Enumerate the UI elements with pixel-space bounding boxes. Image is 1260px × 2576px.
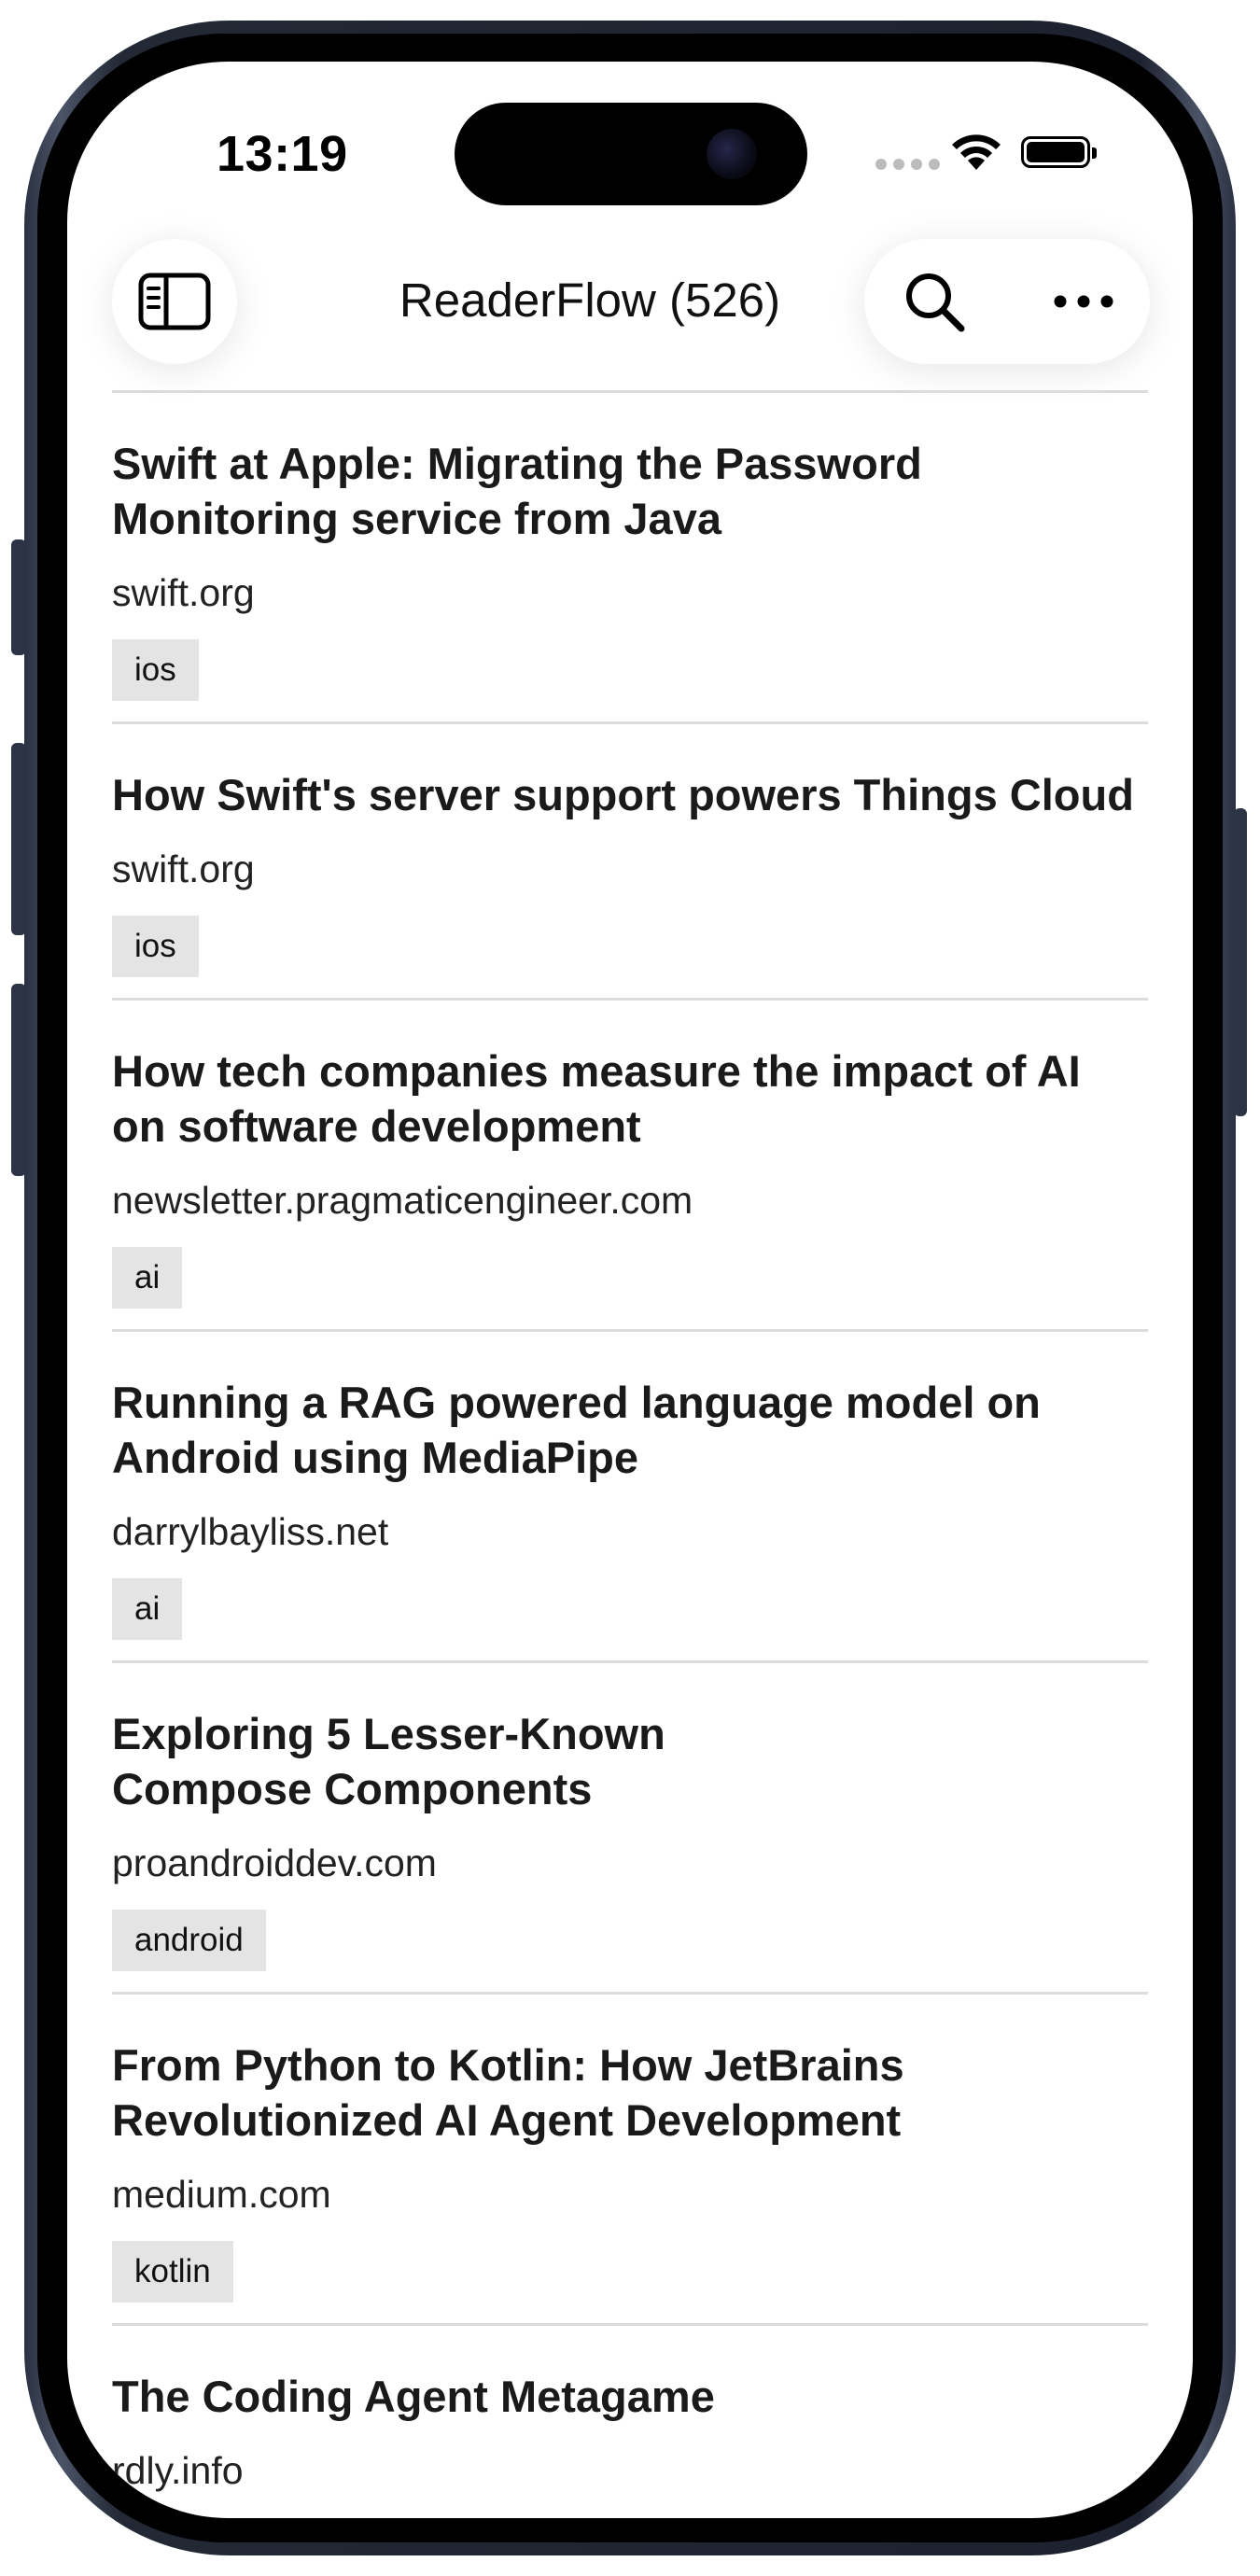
volume-down-button bbox=[11, 984, 26, 1176]
article-domain: newsletter.pragmaticengineer.com bbox=[112, 1179, 693, 1222]
article-title: How Swift's server support powers Things… bbox=[112, 770, 1134, 819]
search-icon bbox=[906, 273, 965, 332]
article-item[interactable]: Running a RAG powered language model on … bbox=[112, 1332, 1148, 1660]
article-item[interactable]: Exploring 5 Lesser-Known Compose Compone… bbox=[112, 1663, 1148, 1992]
article-item[interactable]: How Swift's server support powers Things… bbox=[112, 724, 1148, 998]
sidebar-toggle-button[interactable] bbox=[112, 239, 237, 364]
article-domain: swift.org bbox=[112, 847, 255, 890]
article-list: Swift at Apple: Migrating the Password M… bbox=[112, 390, 1148, 2517]
article-domain: swift.org bbox=[112, 571, 255, 614]
page-title: ReaderFlow (526) bbox=[399, 273, 781, 327]
article-item[interactable]: From Python to Kotlin: How JetBrains Rev… bbox=[112, 1995, 1148, 2323]
action-button bbox=[11, 539, 26, 655]
article-tag[interactable]: ios bbox=[112, 639, 199, 701]
search-button[interactable] bbox=[892, 259, 976, 343]
more-options-button[interactable] bbox=[1042, 259, 1126, 343]
battery-icon bbox=[1021, 136, 1097, 168]
cellular-signal-icon bbox=[875, 159, 940, 170]
screen: 13:19 ReaderFlow (526) Swift at Apple: M… bbox=[67, 62, 1193, 2518]
article-title: How tech companies measure the impact of… bbox=[112, 1046, 1081, 1151]
sidebar-icon bbox=[138, 273, 211, 330]
article-title: Exploring 5 Lesser-Known Compose Compone… bbox=[112, 1709, 665, 1813]
article-domain: medium.com bbox=[112, 2173, 331, 2216]
article-domain: rdly.info bbox=[112, 2449, 244, 2492]
article-item[interactable]: The Coding Agent Metagame rdly.info bbox=[112, 2326, 1148, 2517]
ellipsis-icon bbox=[1054, 295, 1113, 308]
camera-icon bbox=[707, 129, 757, 179]
article-tag[interactable]: kotlin bbox=[112, 2241, 233, 2303]
wifi-icon bbox=[948, 129, 1004, 176]
dynamic-island bbox=[455, 103, 807, 205]
nav-actions-group bbox=[864, 239, 1150, 364]
article-tag[interactable]: android bbox=[112, 1910, 266, 1971]
article-tag[interactable]: ai bbox=[112, 1247, 183, 1309]
article-title: From Python to Kotlin: How JetBrains Rev… bbox=[112, 2040, 904, 2145]
article-domain: proandroiddev.com bbox=[112, 1841, 437, 1884]
article-tag[interactable]: ai bbox=[112, 1578, 183, 1640]
article-item[interactable]: How tech companies measure the impact of… bbox=[112, 1001, 1148, 1329]
article-title: The Coding Agent Metagame bbox=[112, 2372, 715, 2421]
status-time: 13:19 bbox=[217, 126, 348, 182]
power-button bbox=[1234, 808, 1247, 1116]
article-title: Swift at Apple: Migrating the Password M… bbox=[112, 439, 922, 543]
article-title: Running a RAG powered language model on … bbox=[112, 1378, 1041, 1482]
article-tag[interactable]: ios bbox=[112, 916, 199, 977]
volume-up-button bbox=[11, 743, 26, 935]
article-domain: darrylbayliss.net bbox=[112, 1510, 389, 1553]
article-item[interactable]: Swift at Apple: Migrating the Password M… bbox=[112, 393, 1148, 721]
